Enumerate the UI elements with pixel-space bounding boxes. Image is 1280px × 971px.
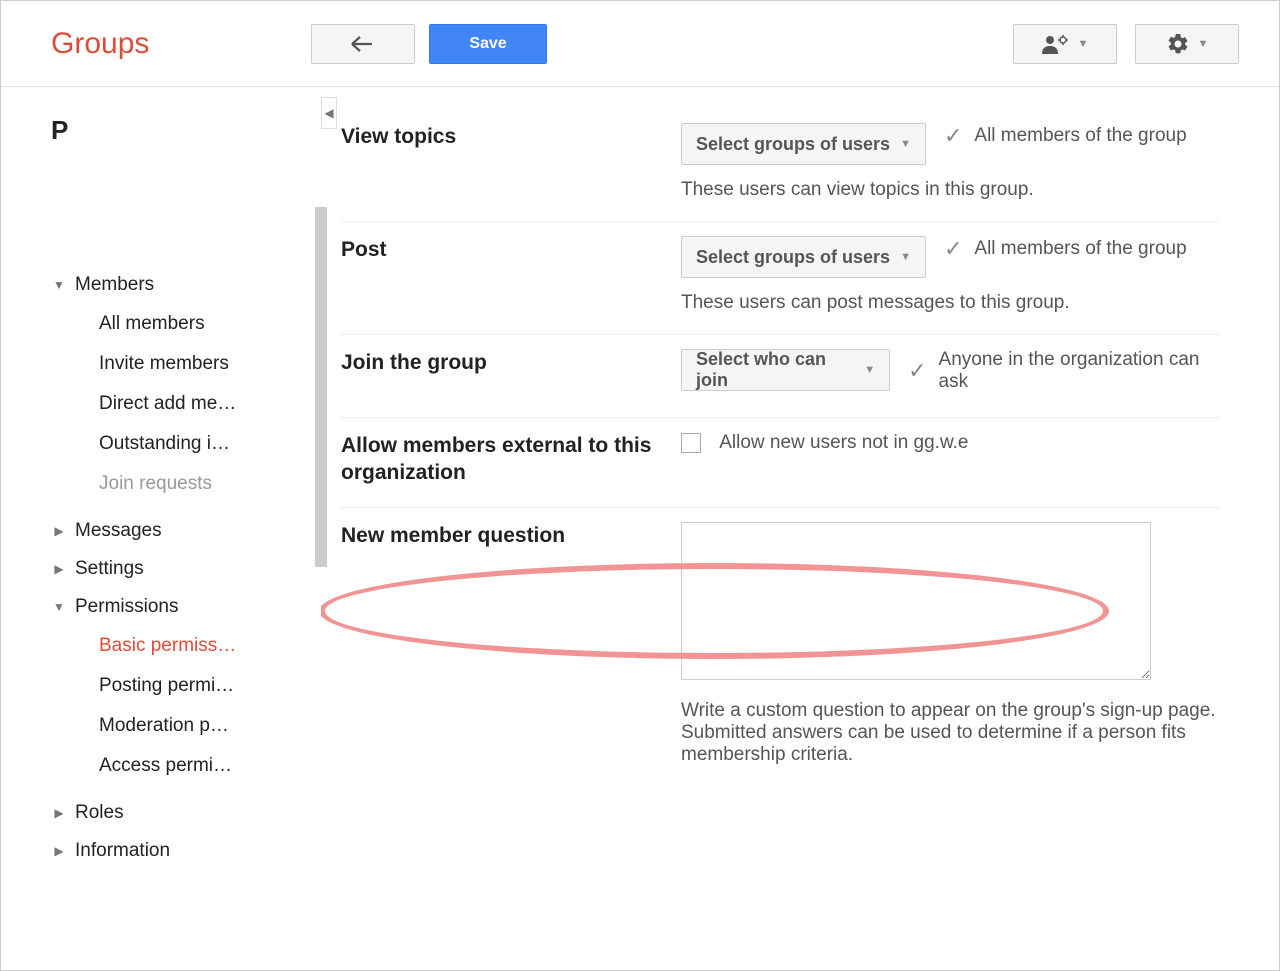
caret-down-icon: ▼	[900, 138, 911, 150]
sidebar: P ◀ ▼ Members All members Invite members…	[1, 87, 321, 970]
selected-text: All members of the group	[974, 238, 1186, 260]
app-logo[interactable]: Groups	[51, 27, 311, 61]
row-label: Allow members external to this organizat…	[341, 432, 681, 487]
nav-settings[interactable]: ▶ Settings	[51, 550, 311, 588]
save-button[interactable]: Save	[429, 24, 547, 64]
back-button[interactable]	[311, 24, 415, 64]
nav-moderation-permissions[interactable]: Moderation p…	[51, 706, 311, 746]
nav-roles[interactable]: ▶ Roles	[51, 794, 311, 832]
nav-all-members[interactable]: All members	[51, 304, 311, 344]
row-label: New member question	[341, 522, 681, 766]
back-arrow-icon	[350, 34, 376, 54]
checkbox-label: Allow new users not in gg.w.e	[719, 432, 968, 453]
nav-outstanding[interactable]: Outstanding i…	[51, 424, 311, 464]
main-content: View topics Select groups of users ▼ ✓ A…	[321, 87, 1279, 970]
select-text: Select groups of users	[696, 247, 890, 268]
check-icon: ✓	[944, 123, 962, 149]
nav-label: Information	[75, 840, 170, 862]
top-bar: Groups Save ▼ ▼	[1, 1, 1279, 87]
triangle-down-icon: ▼	[51, 278, 67, 292]
row-description: These users can view topics in this grou…	[681, 179, 1219, 201]
question-textarea[interactable]	[681, 522, 1151, 680]
view-topics-select[interactable]: Select groups of users ▼	[681, 123, 926, 165]
check-icon: ✓	[944, 236, 962, 262]
nav-posting-permissions[interactable]: Posting permi…	[51, 666, 311, 706]
check-icon: ✓	[908, 358, 926, 384]
caret-down-icon: ▼	[1198, 38, 1209, 50]
nav-label: Roles	[75, 802, 124, 824]
nav-members[interactable]: ▼ Members	[51, 266, 311, 304]
gear-icon	[1166, 32, 1190, 56]
selected-text: Anyone in the organization can ask	[939, 349, 1219, 393]
select-text: Select groups of users	[696, 134, 890, 155]
external-checkbox[interactable]	[681, 433, 701, 453]
nav-label: Members	[75, 274, 154, 296]
row-description: These users can post messages to this gr…	[681, 292, 1219, 314]
row-join: Join the group Select who can join ▼ ✓ A…	[341, 335, 1219, 418]
selected-text: All members of the group	[974, 125, 1186, 147]
nav-messages[interactable]: ▶ Messages	[51, 512, 311, 550]
nav-label: Messages	[75, 520, 162, 542]
nav-basic-permissions[interactable]: Basic permiss…	[51, 626, 311, 666]
person-gear-icon	[1042, 34, 1070, 54]
nav-information[interactable]: ▶ Information	[51, 832, 311, 870]
join-select[interactable]: Select who can join ▼	[681, 349, 890, 391]
post-select[interactable]: Select groups of users ▼	[681, 236, 926, 278]
row-label: View topics	[341, 123, 681, 201]
nav-permissions[interactable]: ▼ Permissions	[51, 588, 311, 626]
row-label: Post	[341, 236, 681, 314]
nav-label: Permissions	[75, 596, 178, 618]
nav-direct-add[interactable]: Direct add me…	[51, 384, 311, 424]
triangle-right-icon: ▶	[51, 524, 67, 538]
row-view-topics: View topics Select groups of users ▼ ✓ A…	[341, 109, 1219, 222]
members-menu-button[interactable]: ▼	[1013, 24, 1117, 64]
caret-down-icon: ▼	[864, 364, 875, 376]
triangle-right-icon: ▶	[51, 562, 67, 576]
nav-join-requests: Join requests	[51, 464, 311, 504]
triangle-down-icon: ▼	[51, 600, 67, 614]
toolbar: Save	[311, 24, 547, 64]
row-label: Join the group	[341, 349, 681, 397]
caret-down-icon: ▼	[900, 251, 911, 263]
row-external: Allow members external to this organizat…	[341, 418, 1219, 508]
nav-invite-members[interactable]: Invite members	[51, 344, 311, 384]
row-question: New member question Write a custom quest…	[341, 508, 1219, 786]
row-description: Write a custom question to appear on the…	[681, 700, 1219, 766]
right-toolbar: ▼ ▼	[1013, 24, 1239, 64]
sidebar-letter: P	[51, 115, 311, 146]
nav-access-permissions[interactable]: Access permi…	[51, 746, 311, 786]
triangle-right-icon: ▶	[51, 806, 67, 820]
row-post: Post Select groups of users ▼ ✓ All memb…	[341, 222, 1219, 335]
nav-label: Settings	[75, 558, 144, 580]
triangle-right-icon: ▶	[51, 844, 67, 858]
select-text: Select who can join	[696, 349, 854, 391]
caret-down-icon: ▼	[1078, 38, 1089, 50]
settings-menu-button[interactable]: ▼	[1135, 24, 1239, 64]
